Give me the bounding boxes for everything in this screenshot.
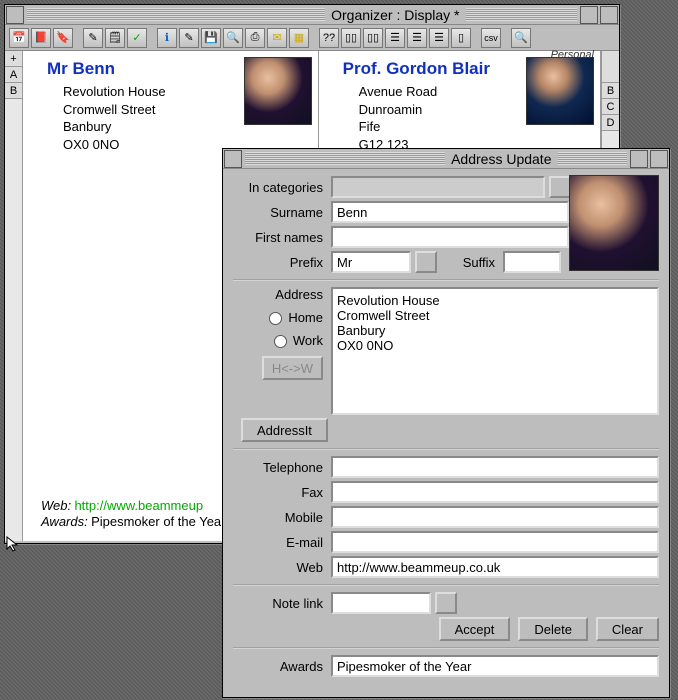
notes-icon[interactable]: 🗒 xyxy=(105,28,125,48)
web-row: Web: http://www.beammeup xyxy=(41,498,203,513)
minimize-button[interactable] xyxy=(630,150,648,168)
csv-icon[interactable]: csv xyxy=(481,28,501,48)
divider xyxy=(233,448,659,450)
tab-plus[interactable]: + xyxy=(5,51,22,67)
firstnames-label: First names xyxy=(233,230,331,245)
address-label: Address xyxy=(275,287,323,302)
view2-icon[interactable]: ▯▯ xyxy=(363,28,383,48)
mobile-field[interactable] xyxy=(331,506,659,528)
cursor-icon xyxy=(6,536,22,552)
prefix-menu-button[interactable] xyxy=(415,251,437,273)
sysmenu-icon[interactable] xyxy=(6,6,24,24)
maximize-button[interactable] xyxy=(650,150,668,168)
awards-row: Awards: Pipesmoker of the Yea xyxy=(41,514,221,529)
book-icon[interactable]: 📕 xyxy=(31,28,51,48)
address-field[interactable] xyxy=(331,287,659,415)
tab-b-right[interactable]: B xyxy=(602,83,619,99)
web-field[interactable] xyxy=(331,556,659,578)
mobile-label: Mobile xyxy=(233,510,331,525)
work-radio[interactable]: Work xyxy=(274,333,323,348)
home-radio[interactable]: Home xyxy=(269,310,323,325)
email-label: E-mail xyxy=(233,535,331,550)
addressit-button[interactable]: AddressIt xyxy=(241,418,328,442)
prefix-label: Prefix xyxy=(233,255,331,270)
notelink-field[interactable] xyxy=(331,592,431,614)
home-label: Home xyxy=(288,310,323,325)
categories-label: In categories xyxy=(233,180,331,195)
view6-icon[interactable]: ▯ xyxy=(451,28,471,48)
print-icon[interactable]: ⎙ xyxy=(245,28,265,48)
tab-d[interactable]: D xyxy=(602,115,619,131)
update-window: Address Update In categories Surname Fir… xyxy=(222,148,670,698)
divider xyxy=(233,647,659,649)
suffix-label: Suffix xyxy=(455,255,503,270)
mail-icon[interactable]: ✉ xyxy=(267,28,287,48)
work-label: Work xyxy=(293,333,323,348)
sysmenu-icon[interactable] xyxy=(224,150,242,168)
categories-menu-button[interactable] xyxy=(549,176,571,198)
help-icon[interactable]: ?? xyxy=(319,28,339,48)
info-icon[interactable]: ℹ xyxy=(157,28,177,48)
web-link[interactable]: http://www.beammeup xyxy=(74,498,203,513)
prefix-field[interactable] xyxy=(331,251,411,273)
fax-label: Fax xyxy=(233,485,331,500)
surname-field[interactable] xyxy=(331,201,569,223)
grid-icon[interactable]: ▦ xyxy=(289,28,309,48)
suffix-field[interactable] xyxy=(503,251,561,273)
divider xyxy=(233,584,659,586)
organizer-titlebar[interactable]: Organizer : Display * xyxy=(5,5,619,25)
divider xyxy=(233,279,659,281)
telephone-label: Telephone xyxy=(233,460,331,475)
accept-button[interactable]: Accept xyxy=(439,617,511,641)
view4-icon[interactable]: ☰ xyxy=(407,28,427,48)
contact-photo xyxy=(526,57,594,125)
awards-label: Awards: xyxy=(41,514,88,529)
notelink-label: Note link xyxy=(233,596,331,611)
contact-photo xyxy=(244,57,312,125)
address-side: Address Home Work H<->W xyxy=(233,287,331,380)
telephone-field[interactable] xyxy=(331,456,659,478)
firstnames-field[interactable] xyxy=(331,226,569,248)
view3-icon[interactable]: ☰ xyxy=(385,28,405,48)
email-field[interactable] xyxy=(331,531,659,553)
tab-b-left[interactable]: B xyxy=(5,83,22,99)
fax-field[interactable] xyxy=(331,481,659,503)
tab-spacer xyxy=(602,51,619,83)
organizer-toolbar: 📅 📕 🔖 ✎ 🗒 ✓ ℹ ✎ 💾 🔍 ⎙ ✉ ▦ ?? ▯▯ ▯▯ ☰ ☰ ☰… xyxy=(5,25,619,51)
hw-swap-button[interactable]: H<->W xyxy=(262,356,323,380)
delete-button[interactable]: Delete xyxy=(518,617,588,641)
view1-icon[interactable]: ▯▯ xyxy=(341,28,361,48)
update-titlebar[interactable]: Address Update xyxy=(223,149,669,169)
edit-icon[interactable]: ✎ xyxy=(179,28,199,48)
update-title: Address Update xyxy=(445,151,557,167)
tab-a[interactable]: A xyxy=(5,67,22,83)
clear-button[interactable]: Clear xyxy=(596,617,659,641)
notelink-menu-button[interactable] xyxy=(435,592,457,614)
awards-value: Pipesmoker of the Yea xyxy=(91,514,221,529)
categories-field[interactable] xyxy=(331,176,545,198)
check-icon[interactable]: ✓ xyxy=(127,28,147,48)
view5-icon[interactable]: ☰ xyxy=(429,28,449,48)
surname-label: Surname xyxy=(233,205,331,220)
save-icon[interactable]: 💾 xyxy=(201,28,221,48)
tab-c[interactable]: C xyxy=(602,99,619,115)
organizer-title: Organizer : Display * xyxy=(325,7,465,23)
maximize-button[interactable] xyxy=(600,6,618,24)
tag-icon[interactable]: 🔖 xyxy=(53,28,73,48)
web-label: Web xyxy=(233,560,331,575)
web-label: Web: xyxy=(41,498,71,513)
awards-field[interactable] xyxy=(331,655,659,677)
left-tabs: + A B xyxy=(5,51,23,541)
awards-label: Awards xyxy=(233,659,331,674)
new-icon[interactable]: ✎ xyxy=(83,28,103,48)
update-body: In categories Surname First names Prefix… xyxy=(223,169,669,684)
find-icon[interactable]: 🔍 xyxy=(223,28,243,48)
zoom-icon[interactable]: 🔍 xyxy=(511,28,531,48)
minimize-button[interactable] xyxy=(580,6,598,24)
contact-photo xyxy=(569,175,659,271)
calendar-icon[interactable]: 📅 xyxy=(9,28,29,48)
